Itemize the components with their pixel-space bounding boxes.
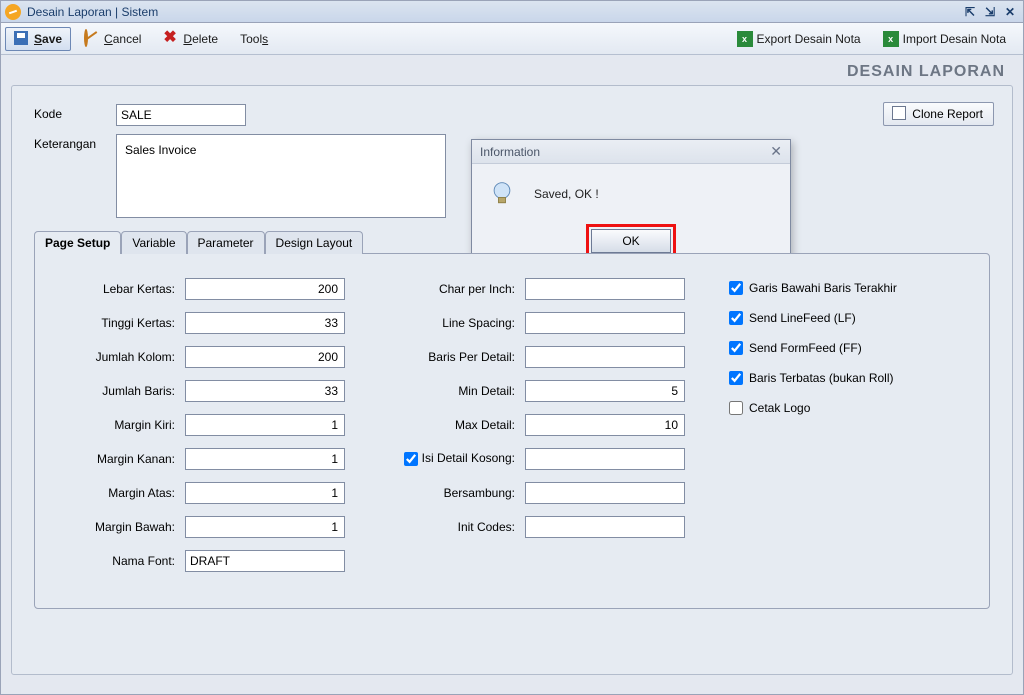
isi-detail-kosong-input[interactable] (525, 448, 685, 470)
min-detail-input[interactable] (525, 380, 685, 402)
toolbar: Save Cancel ✖ Delete Tools x Export Desa… (1, 23, 1023, 55)
bersambung-input[interactable] (525, 482, 685, 504)
cancel-button[interactable]: Cancel (75, 27, 150, 51)
cetak-logo-label: Cetak Logo (749, 401, 810, 415)
import-button[interactable]: x Import Desain Nota (874, 27, 1015, 51)
tinggi-kertas-label: Tinggi Kertas: (55, 316, 175, 330)
tinggi-kertas-input[interactable] (185, 312, 345, 334)
tab-page-setup[interactable]: Page Setup (34, 231, 121, 254)
window-maximize-icon[interactable]: ⇲ (981, 4, 999, 20)
undo-icon (84, 29, 88, 47)
send-ff-label: Send FormFeed (FF) (749, 341, 862, 355)
dialog-message: Saved, OK ! (534, 187, 599, 201)
kode-input[interactable] (116, 104, 246, 126)
app-icon (5, 4, 21, 20)
lightbulb-icon (488, 180, 516, 208)
send-lf-checkbox[interactable] (729, 311, 743, 325)
delete-icon: ✖ (163, 31, 179, 47)
jumlah-baris-label: Jumlah Baris: (55, 384, 175, 398)
max-detail-label: Max Detail: (385, 418, 515, 432)
clone-icon (894, 108, 906, 120)
delete-button[interactable]: ✖ Delete (154, 27, 227, 51)
keterangan-input[interactable]: Sales Invoice (116, 134, 446, 218)
tab-body-page-setup: Lebar Kertas: Tinggi Kertas: Jumlah Kolo… (34, 253, 990, 609)
dialog-titlebar: Information ✕ (472, 140, 790, 164)
excel-import-icon: x (883, 31, 899, 47)
margin-bawah-input[interactable] (185, 516, 345, 538)
baris-terbatas-label: Baris Terbatas (bukan Roll) (749, 371, 894, 385)
import-label: Import Desain Nota (903, 32, 1006, 46)
nama-font-label: Nama Font: (55, 554, 175, 568)
init-codes-input[interactable] (525, 516, 685, 538)
margin-kanan-label: Margin Kanan: (55, 452, 175, 466)
tab-variable[interactable]: Variable (121, 231, 186, 254)
tools-button[interactable]: Tools (231, 28, 277, 50)
jumlah-kolom-label: Jumlah Kolom: (55, 350, 175, 364)
export-label: Export Desain Nota (757, 32, 861, 46)
send-ff-checkbox[interactable] (729, 341, 743, 355)
min-detail-label: Min Detail: (385, 384, 515, 398)
margin-atas-input[interactable] (185, 482, 345, 504)
kode-label: Kode (34, 104, 116, 121)
clone-report-button[interactable]: Clone Report (883, 102, 994, 126)
export-button[interactable]: x Export Desain Nota (728, 27, 870, 51)
cetak-logo-checkbox[interactable] (729, 401, 743, 415)
line-spacing-input[interactable] (525, 312, 685, 334)
garis-bawahi-label: Garis Bawahi Baris Terakhir (749, 281, 897, 295)
tab-design-layout[interactable]: Design Layout (265, 231, 364, 254)
line-spacing-label: Line Spacing: (385, 316, 515, 330)
max-detail-input[interactable] (525, 414, 685, 436)
baris-per-detail-input[interactable] (525, 346, 685, 368)
isi-detail-kosong-label: Isi Detail Kosong: (385, 449, 515, 469)
dialog-close-icon[interactable]: ✕ (770, 143, 782, 160)
bersambung-label: Bersambung: (385, 486, 515, 500)
titlebar: Desain Laporan | Sistem ⇱ ⇲ ✕ (1, 1, 1023, 23)
keterangan-label: Keterangan (34, 134, 116, 151)
jumlah-kolom-input[interactable] (185, 346, 345, 368)
margin-atas-label: Margin Atas: (55, 486, 175, 500)
tabs: Page Setup Variable Parameter Design Lay… (34, 230, 990, 609)
lebar-kertas-label: Lebar Kertas: (55, 282, 175, 296)
excel-export-icon: x (737, 31, 753, 47)
margin-kiri-label: Margin Kiri: (55, 418, 175, 432)
send-lf-label: Send LineFeed (LF) (749, 311, 856, 325)
baris-terbatas-checkbox[interactable] (729, 371, 743, 385)
margin-kiri-input[interactable] (185, 414, 345, 436)
window-restore-icon[interactable]: ⇱ (961, 4, 979, 20)
char-per-inch-label: Char per Inch: (385, 282, 515, 296)
app-window: Desain Laporan | Sistem ⇱ ⇲ ✕ Save Cance… (0, 0, 1024, 695)
lebar-kertas-input[interactable] (185, 278, 345, 300)
jumlah-baris-input[interactable] (185, 380, 345, 402)
window-close-icon[interactable]: ✕ (1001, 4, 1019, 20)
clone-label: Clone Report (912, 107, 983, 121)
dialog-title: Information (480, 145, 540, 159)
nama-font-input[interactable] (185, 550, 345, 572)
page-heading: DESAIN LAPORAN (1, 55, 1023, 85)
window-title: Desain Laporan | Sistem (27, 5, 158, 19)
save-icon (14, 31, 28, 45)
isi-detail-kosong-checkbox[interactable] (404, 452, 418, 466)
tab-parameter[interactable]: Parameter (187, 231, 265, 254)
margin-kanan-input[interactable] (185, 448, 345, 470)
garis-bawahi-checkbox[interactable] (729, 281, 743, 295)
char-per-inch-input[interactable] (525, 278, 685, 300)
margin-bawah-label: Margin Bawah: (55, 520, 175, 534)
save-button[interactable]: Save (5, 27, 71, 51)
baris-per-detail-label: Baris Per Detail: (385, 350, 515, 364)
init-codes-label: Init Codes: (385, 520, 515, 534)
